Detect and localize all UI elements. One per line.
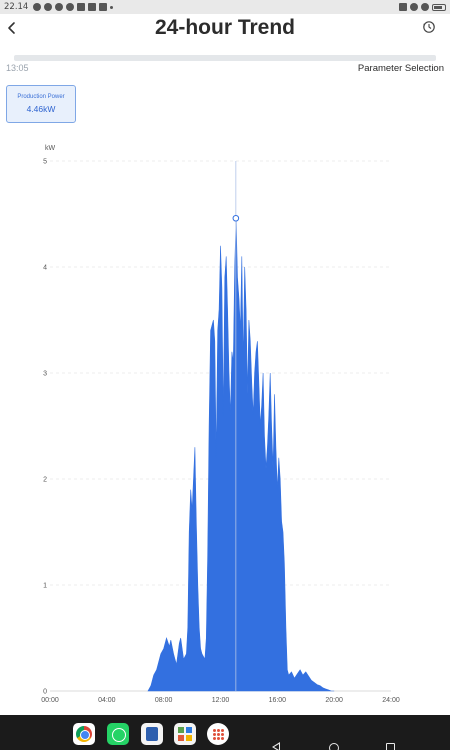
y-tick-label: 3 bbox=[43, 371, 47, 378]
production-power-card[interactable]: Production Power 4.46kW bbox=[6, 85, 76, 123]
production-power-label: Production Power bbox=[17, 94, 65, 100]
location-notification-icon bbox=[66, 3, 75, 11]
files-app-icon[interactable] bbox=[141, 723, 163, 745]
chrome-app-icon[interactable] bbox=[73, 723, 95, 745]
youtube-notification-icon-2 bbox=[88, 3, 97, 11]
nav-recent-apps-icon[interactable] bbox=[386, 743, 395, 750]
status-left: 22.14 bbox=[4, 2, 114, 12]
y-axis-unit-label: kW bbox=[45, 145, 56, 152]
x-tick-label: 00:00 bbox=[41, 697, 59, 704]
youtube-notification-icon-3 bbox=[99, 3, 108, 11]
header: 24-hour Trend bbox=[0, 14, 450, 61]
status-bar: 22.14 bbox=[0, 0, 450, 14]
status-time: 22.14 bbox=[4, 2, 29, 12]
x-tick-label: 12:00 bbox=[212, 697, 230, 704]
x-tick-label: 04:00 bbox=[98, 697, 116, 704]
production-power-value: 4.46kW bbox=[26, 104, 56, 114]
bluetooth-icon bbox=[410, 3, 418, 11]
x-tick-label: 24:00 bbox=[382, 697, 400, 704]
chart-area-layer bbox=[147, 218, 335, 692]
mic-notification-icon bbox=[55, 3, 64, 11]
status-right bbox=[399, 3, 446, 11]
y-tick-label: 2 bbox=[43, 477, 47, 484]
x-tick-label: 20:00 bbox=[325, 697, 343, 704]
x-tick-label: 08:00 bbox=[155, 697, 173, 704]
whatsapp-notification-icon bbox=[33, 3, 42, 11]
y-tick-label: 4 bbox=[43, 265, 47, 272]
settings-notification-icon bbox=[44, 3, 53, 11]
whatsapp-app-icon[interactable] bbox=[107, 723, 129, 745]
series-area-0 bbox=[147, 218, 335, 692]
app-dock bbox=[0, 715, 450, 750]
calculator-app-icon[interactable] bbox=[174, 723, 196, 745]
nav-back-icon[interactable] bbox=[272, 742, 280, 750]
x-axis-ticks: 00:00 04:00 08:00 12:00 16:00 20:00 24:00 bbox=[41, 697, 400, 704]
wifi-icon bbox=[421, 3, 429, 11]
x-tick-label: 16:00 bbox=[269, 697, 287, 704]
y-tick-label: 5 bbox=[43, 159, 47, 166]
current-time-label: 13:05 bbox=[6, 63, 29, 73]
parameter-selection-button[interactable]: Parameter Selection bbox=[358, 63, 444, 74]
app-drawer-icon[interactable] bbox=[207, 723, 229, 745]
youtube-notification-icon bbox=[77, 3, 86, 11]
y-tick-label: 1 bbox=[43, 583, 47, 590]
history-icon[interactable] bbox=[422, 20, 436, 34]
header-divider bbox=[14, 55, 436, 61]
trend-chart[interactable]: 0 1 2 3 4 5 00:00 04:00 08:00 12:00 16:00 20:00 24:… bbox=[0, 140, 450, 710]
nav-home-icon[interactable] bbox=[329, 743, 339, 750]
page-title: 24-hour Trend bbox=[154, 16, 296, 39]
y-tick-label: 0 bbox=[43, 689, 47, 696]
y-axis-ticks: 0 1 2 3 4 5 bbox=[43, 159, 47, 696]
cursor-point[interactable] bbox=[232, 214, 240, 222]
battery-icon bbox=[432, 3, 446, 11]
cast-icon bbox=[399, 3, 407, 11]
more-notifications-icon bbox=[110, 5, 114, 9]
